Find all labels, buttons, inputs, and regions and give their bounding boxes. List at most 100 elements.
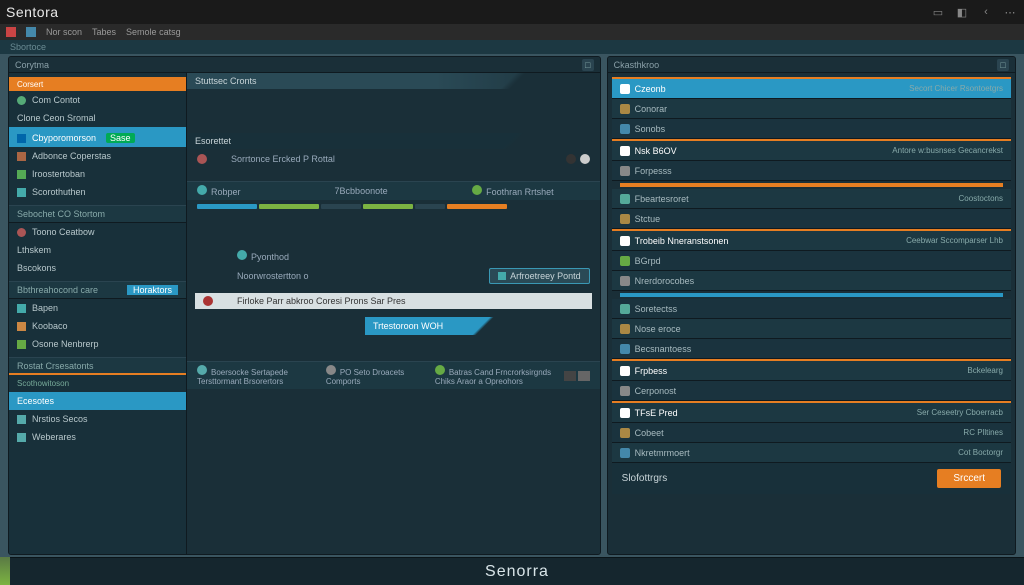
app-logo: Sentora	[6, 4, 59, 20]
chip[interactable]: Arfroetreey Pontd	[489, 268, 590, 284]
progress-bars	[187, 200, 600, 213]
row-label: Fbeartesroret	[635, 194, 689, 204]
row-label: Cerponost	[635, 386, 677, 396]
row-label: Sonobs	[635, 124, 666, 134]
right-row-10[interactable]: Soretectss	[612, 299, 1011, 319]
menu-item-2[interactable]: Tabes	[92, 27, 116, 37]
row-icon	[620, 166, 630, 176]
sidebar-item5[interactable]: Ecesotes	[9, 392, 186, 410]
sidebar-item-0[interactable]: Com Contot	[9, 91, 186, 109]
right-row-13[interactable]: FrpbessBckelearg	[612, 359, 1011, 381]
row-label: Nsk B6OV	[635, 146, 677, 156]
menu-icon-blue[interactable]	[26, 27, 36, 37]
circle-icon	[197, 154, 207, 164]
row-icon	[620, 408, 630, 418]
right-row-11[interactable]: Nose eroce	[612, 319, 1011, 339]
row-label: Nrerdorocobes	[635, 276, 695, 286]
sidebar-item2-1[interactable]: Lthskem	[9, 241, 186, 259]
circle-icon	[197, 365, 207, 375]
right-row-16[interactable]: CobeetRC Plltines	[612, 423, 1011, 443]
window-icon-1[interactable]: ▭	[930, 4, 946, 20]
window-icon-2[interactable]: ◧	[954, 4, 970, 20]
menu-item-1[interactable]: Nor scon	[46, 27, 82, 37]
row-icon	[620, 276, 630, 286]
right-row-4[interactable]: Forpesss	[612, 161, 1011, 181]
sidebar-item2-2[interactable]: Bscokons	[9, 259, 186, 277]
sidebar-item3-1[interactable]: Koobaco	[9, 317, 186, 335]
sidebar-item-4[interactable]: Iroostertoban	[9, 165, 186, 183]
window-icon-4[interactable]: ⋯	[1002, 4, 1018, 20]
close-icon[interactable]: □	[997, 59, 1009, 71]
row-icon	[620, 214, 630, 224]
row-3[interactable]: Pyonthod	[187, 247, 600, 265]
sidebar-item-5[interactable]: Scorothuthen	[9, 183, 186, 201]
row-rlabel: RC Plltines	[963, 428, 1003, 437]
sidebar-item6-0[interactable]: Nrstios Secos	[9, 410, 186, 428]
section-1: Stuttsec Cronts	[187, 73, 600, 89]
accent-strip	[0, 557, 10, 585]
row-icon	[620, 124, 630, 134]
right-row-6[interactable]: Stctue	[612, 209, 1011, 229]
right-row-1[interactable]: Conorar	[612, 99, 1011, 119]
right-row-12[interactable]: Becsnantoess	[612, 339, 1011, 359]
sidebar-section-4: Rostat Crsesatonts	[9, 357, 186, 375]
menu-item-3[interactable]: Semole catsg	[126, 27, 181, 37]
row-label: TFsE Pred	[635, 408, 678, 418]
sidebar-item-3[interactable]: Adbonce Coperstas	[9, 147, 186, 165]
row-icon	[620, 428, 630, 438]
row-icon	[620, 304, 630, 314]
sidebar-item2-0[interactable]: Toono Ceatbow	[9, 223, 186, 241]
row-label: Forpesss	[635, 166, 672, 176]
sidebar-item3-0[interactable]: Bapen	[9, 299, 186, 317]
section-2: Esorettet	[187, 133, 600, 149]
circle-icon	[17, 228, 26, 237]
right-row-2[interactable]: Sonobs	[612, 119, 1011, 139]
mini-bar	[620, 293, 1003, 297]
bar-orange	[447, 204, 507, 209]
bar-green	[363, 204, 413, 209]
row-label: Soretectss	[635, 304, 678, 314]
sidebar-item-2[interactable]: CbyporomorsonSase	[9, 129, 186, 147]
right-row-7[interactable]: Trobeib NneranstsonenCeebwar Sccomparser…	[612, 229, 1011, 251]
row-2[interactable]: Sorrtonce Ercked P Rottal	[187, 151, 600, 167]
workspace: Corytma □ Corsert Com Contot Clone Ceon …	[0, 54, 1024, 557]
window-icon-3[interactable]: ‹	[978, 4, 994, 20]
right-row-8[interactable]: BGrpd	[612, 251, 1011, 271]
tag[interactable]: Horaktors	[127, 285, 178, 295]
row-rlabel: Bckelearg	[967, 366, 1003, 375]
row-label: Czeonb	[635, 84, 666, 94]
right-row-3[interactable]: Nsk B6OVAntore w:busnses Gecancrekst	[612, 139, 1011, 161]
right-row-9[interactable]: Nrerdorocobes	[612, 271, 1011, 291]
row-icon	[620, 236, 630, 246]
square-icon	[17, 152, 26, 161]
right-row-5[interactable]: FbeartesroretCoostoctons	[612, 189, 1011, 209]
close-icon[interactable]: □	[582, 59, 594, 71]
row-3b[interactable]: Noorwrostertton o Arfroetreey Pontd	[187, 265, 600, 287]
sidebar-item3-2[interactable]: Osone Nenbrerp	[9, 335, 186, 353]
card-icon[interactable]	[578, 371, 590, 381]
left-panel-title: Corytma	[15, 60, 49, 70]
right-row-0[interactable]: CzeonbSecort Chicer Rsontoetgrs	[612, 77, 1011, 99]
bar-teal	[197, 204, 257, 209]
row-icon	[620, 324, 630, 334]
right-panel-header: Ckasthkroo □	[608, 57, 1015, 73]
square-icon	[17, 415, 26, 424]
card-icon[interactable]	[564, 371, 576, 381]
right-row-15[interactable]: TFsE PredSer Ceseetry Cboerracb	[612, 401, 1011, 423]
row-icon	[620, 386, 630, 396]
sidebar-section-5-label: Scothowitoson	[9, 375, 186, 392]
menu-icon-red[interactable]	[6, 27, 16, 37]
menubar: Nor scon Tabes Semole catsg	[0, 24, 1024, 40]
row-icon	[620, 104, 630, 114]
sidebar-item6-1[interactable]: Weberares	[9, 428, 186, 446]
right-row-14[interactable]: Cerponost	[612, 381, 1011, 401]
row-label: Conorar	[635, 104, 668, 114]
right-row-17[interactable]: NkretmrmoertCot Boctorgr	[612, 443, 1011, 463]
row-label: Becsnantoess	[635, 344, 692, 354]
sidebar-accent-tab[interactable]: Corsert	[9, 77, 186, 91]
row-4[interactable]: Firloke Parr abkroo Coresi Prons Sar Pre…	[195, 293, 592, 309]
section-tag-5[interactable]: Trtestoroon WOH	[365, 317, 515, 335]
circle-icon	[435, 365, 445, 375]
sidebar-item-1[interactable]: Clone Ceon Sromal	[9, 109, 186, 129]
submit-button[interactable]: Srccert	[937, 469, 1001, 488]
